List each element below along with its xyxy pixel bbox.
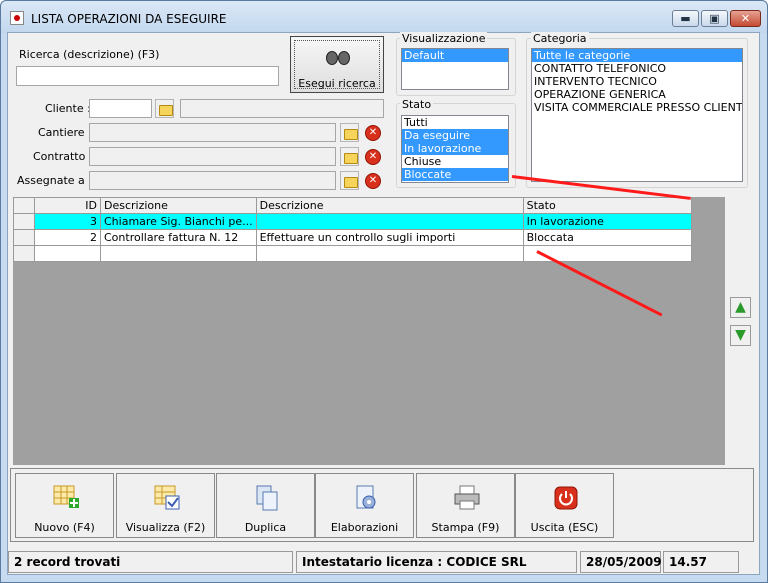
categoria-item[interactable]: OPERAZIONE GENERICA [532,88,742,101]
visualizzazione-title: Visualizzazione [400,32,488,45]
column-header-id[interactable]: ID [34,197,101,214]
search-button-label: Esegui ricerca [298,77,376,90]
categoria-title: Categoria [531,32,589,45]
status-time: 14.57 [663,551,739,573]
minimize-icon: ▬ [680,12,691,25]
visualizza-button[interactable]: Visualizza (F2) [116,473,215,538]
elaborazioni-label: Elaborazioni [330,521,399,534]
assegnate-field [89,171,336,190]
categoria-item[interactable]: INTERVENTO TECNICO [532,75,742,88]
row-indicator [13,213,35,230]
maximize-icon: ▣ [709,12,720,25]
cell-stato: Bloccata [522,229,692,246]
stato-item[interactable]: Tutti [402,116,508,129]
categoria-list[interactable]: Tutte le categorie CONTATTO TELEFONICO INT… [531,48,743,182]
binoculars-icon [326,47,350,65]
table-header-row: ID Descrizione Descrizione Stato [13,197,692,214]
exit-power-icon [554,486,578,510]
cantiere-folder-icon[interactable] [340,123,359,142]
cliente-label: Cliente : [45,102,91,115]
column-header-descrizione[interactable]: Descrizione [100,197,257,214]
operations-table: ID Descrizione Descrizione Stato 3 Chiama… [13,197,692,262]
cliente-desc-field [180,99,384,118]
window-title: LISTA OPERAZIONI DA ESEGUIRE [31,12,227,26]
cell-stato: In lavorazione [522,213,692,230]
cliente-code-input[interactable] [89,99,152,118]
duplica-button[interactable]: Duplica [216,473,315,538]
status-license: Intestatario licenza : CODICE SRL [296,551,577,573]
stato-item[interactable]: Da eseguire [402,129,508,142]
assegnate-label: Assegnate a : [17,174,92,187]
maximize-button[interactable]: ▣ [701,10,728,27]
stato-title: Stato [400,98,434,111]
new-record-icon [53,485,79,508]
grid-area: ID Descrizione Descrizione Stato 3 Chiama… [13,197,725,465]
table-row[interactable] [13,245,692,262]
stato-item[interactable]: Bloccate [402,168,508,181]
search-input[interactable] [16,66,279,86]
cell-id: 2 [34,229,101,246]
process-gear-icon [356,485,376,509]
minimize-button[interactable]: ▬ [672,10,699,27]
column-header-descrizione-2[interactable]: Descrizione [255,197,524,214]
cell-descrizione-2 [255,245,524,262]
elaborazioni-button[interactable]: Elaborazioni [315,473,414,538]
contratto-field [89,147,336,166]
visualizzazione-item[interactable]: Default [402,49,508,62]
close-icon: ✕ [740,12,751,25]
stampa-button[interactable]: Stampa (F9) [416,473,515,538]
visualizza-label: Visualizza (F2) [125,521,206,534]
duplica-label: Duplica [244,521,287,534]
cliente-folder-icon[interactable] [155,99,174,118]
cantiere-field [89,123,336,142]
assegnate-folder-icon[interactable] [340,171,359,190]
cell-descrizione-2: Effettuare un controllo sugli importi [255,229,524,246]
table-row[interactable]: 3 Chiamare Sig. Bianchi pe... In lavorazio… [13,213,692,230]
stato-list[interactable]: Tutti Da eseguire In lavorazione Chiuse Bloc… [401,115,509,183]
row-indicator [13,197,35,214]
visualizzazione-list[interactable]: Default [401,48,509,90]
categoria-item[interactable]: VISITA COMMERCIALE PRESSO CLIENTE [532,101,742,114]
cell-id [34,245,101,262]
stampa-label: Stampa (F9) [431,521,500,534]
cantiere-clear-icon[interactable]: ✕ [365,125,381,141]
move-down-arrow-icon[interactable]: ▼ [730,325,751,346]
cell-descrizione: Controllare fattura N. 12 [100,229,257,246]
stato-item[interactable]: Chiuse [402,155,508,168]
cell-descrizione-2 [255,213,524,230]
printer-icon [454,485,480,510]
title-bar: LISTA OPERAZIONI DA ESEGUIRE ▬ ▣ ✕ [1,1,767,33]
search-button[interactable]: Esegui ricerca [290,36,384,93]
contratto-folder-icon[interactable] [340,147,359,166]
status-records: 2 record trovati [8,551,293,573]
move-up-arrow-icon[interactable]: ▲ [730,297,751,318]
categoria-item[interactable]: Tutte le categorie [532,49,742,62]
table-row[interactable]: 2 Controllare fattura N. 12 Effettuare un … [13,229,692,246]
nuovo-label: Nuovo (F4) [34,521,95,534]
row-indicator [13,229,35,246]
search-label: Ricerca (descrizione) (F3) [19,48,160,61]
cell-descrizione [100,245,257,262]
contratto-label: Contratto : [33,150,93,163]
uscita-button[interactable]: Uscita (ESC) [515,473,614,538]
status-date: 28/05/2009 [580,551,662,573]
uscita-label: Uscita (ESC) [530,521,599,534]
contratto-clear-icon[interactable]: ✕ [365,149,381,165]
duplicate-icon [256,485,278,511]
stato-item[interactable]: In lavorazione [402,142,508,155]
cell-descrizione: Chiamare Sig. Bianchi pe... [100,213,257,230]
nuovo-button[interactable]: Nuovo (F4) [15,473,114,538]
row-indicator [13,245,35,262]
view-record-icon [154,485,180,510]
app-icon [10,11,24,25]
close-button[interactable]: ✕ [730,10,761,27]
assegnate-clear-icon[interactable]: ✕ [365,173,381,189]
cell-id: 3 [34,213,101,230]
column-header-stato[interactable]: Stato [522,197,692,214]
categoria-item[interactable]: CONTATTO TELEFONICO [532,62,742,75]
cantiere-label: Cantiere : [38,126,92,139]
